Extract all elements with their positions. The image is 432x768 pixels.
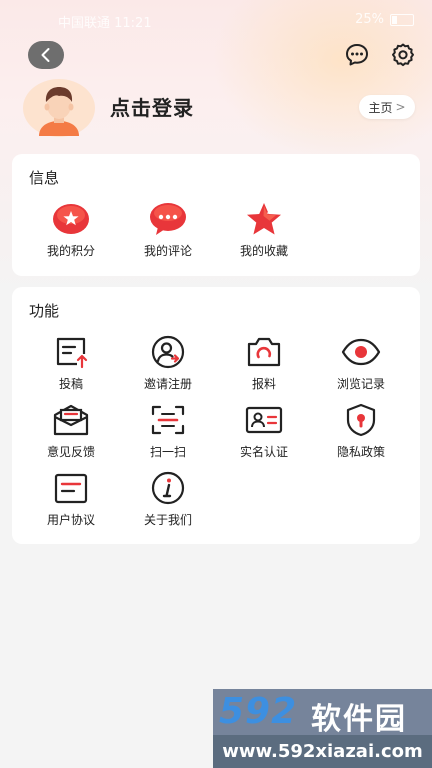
invite-item[interactable]: 邀请注册 <box>120 335 216 392</box>
carrier-time: 中国联通 11:21 <box>58 16 152 31</box>
history-item[interactable]: 浏览记录 <box>313 335 409 392</box>
watermark-name: 软件园 <box>311 702 407 737</box>
home-label: 主页 <box>368 100 393 115</box>
verify-label: 实名认证 <box>239 445 288 459</box>
watermark: 592 软件园 www.592xiazai.com <box>213 689 432 768</box>
shield-icon <box>346 403 376 437</box>
invite-label: 邀请注册 <box>143 377 192 391</box>
submit-item[interactable]: 投稿 <box>23 335 119 392</box>
comment-icon <box>150 203 186 235</box>
home-button[interactable]: 主页 > <box>359 95 415 119</box>
my-points-item[interactable]: 我的积分 <box>23 202 119 259</box>
submit-icon <box>56 337 88 369</box>
info-icon <box>151 471 185 505</box>
history-label: 浏览记录 <box>336 377 385 391</box>
info-section-title: 信息 <box>29 169 60 187</box>
my-comments-label: 我的评论 <box>143 244 192 258</box>
scan-icon <box>151 405 185 435</box>
function-section-title: 功能 <box>29 302 60 320</box>
report-item[interactable]: 报料 <box>216 335 312 392</box>
about-label: 关于我们 <box>143 513 192 527</box>
id-card-icon <box>245 406 283 434</box>
my-favorites-item[interactable]: 我的收藏 <box>216 202 312 259</box>
scan-label: 扫一扫 <box>149 445 186 459</box>
status-bar: 中国联通 11:21 25% <box>0 0 432 40</box>
feedback-icon <box>53 404 89 436</box>
my-points-label: 我的积分 <box>46 244 95 258</box>
settings-gear-icon[interactable] <box>390 42 416 68</box>
star-icon <box>247 203 281 235</box>
privacy-item[interactable]: 隐私政策 <box>313 403 409 460</box>
eye-icon <box>341 338 381 366</box>
status-icons: 25% <box>355 12 414 27</box>
chevron-left-icon <box>41 48 50 62</box>
agreement-item[interactable]: 用户协议 <box>23 471 119 528</box>
battery-icon <box>390 13 414 26</box>
points-icon <box>53 204 89 234</box>
avatar[interactable] <box>22 78 96 138</box>
function-card: 功能 投稿 邀请注册 报料 浏览记录 意见反馈 扫一扫 实名认证 隐私政策 用户… <box>12 287 420 544</box>
agreement-icon <box>54 473 88 504</box>
info-card: 信息 我的积分 我的评论 我的收藏 <box>12 154 420 276</box>
my-favorites-label: 我的收藏 <box>239 244 288 258</box>
submit-label: 投稿 <box>58 377 83 391</box>
report-label: 报料 <box>251 377 276 391</box>
feedback-item[interactable]: 意见反馈 <box>23 403 119 460</box>
agreement-label: 用户协议 <box>46 513 95 527</box>
watermark-number: 592 <box>219 691 298 732</box>
my-comments-item[interactable]: 我的评论 <box>120 202 216 259</box>
about-item[interactable]: 关于我们 <box>120 471 216 528</box>
watermark-url: www.592xiazai.com <box>222 741 423 762</box>
watermark-top: 592 软件园 <box>213 689 432 737</box>
invite-icon <box>151 335 185 369</box>
privacy-label: 隐私政策 <box>336 445 385 459</box>
verify-item[interactable]: 实名认证 <box>216 403 312 460</box>
back-button[interactable] <box>28 41 64 69</box>
feedback-label: 意见反馈 <box>46 445 95 459</box>
chevron-right-icon: > <box>395 100 406 114</box>
camera-icon <box>247 337 281 367</box>
watermark-bottom: www.592xiazai.com <box>213 735 432 768</box>
scan-item[interactable]: 扫一扫 <box>120 403 216 460</box>
battery-percent: 25% <box>355 12 384 27</box>
message-icon[interactable] <box>344 42 370 68</box>
login-prompt[interactable]: 点击登录 <box>110 92 194 121</box>
